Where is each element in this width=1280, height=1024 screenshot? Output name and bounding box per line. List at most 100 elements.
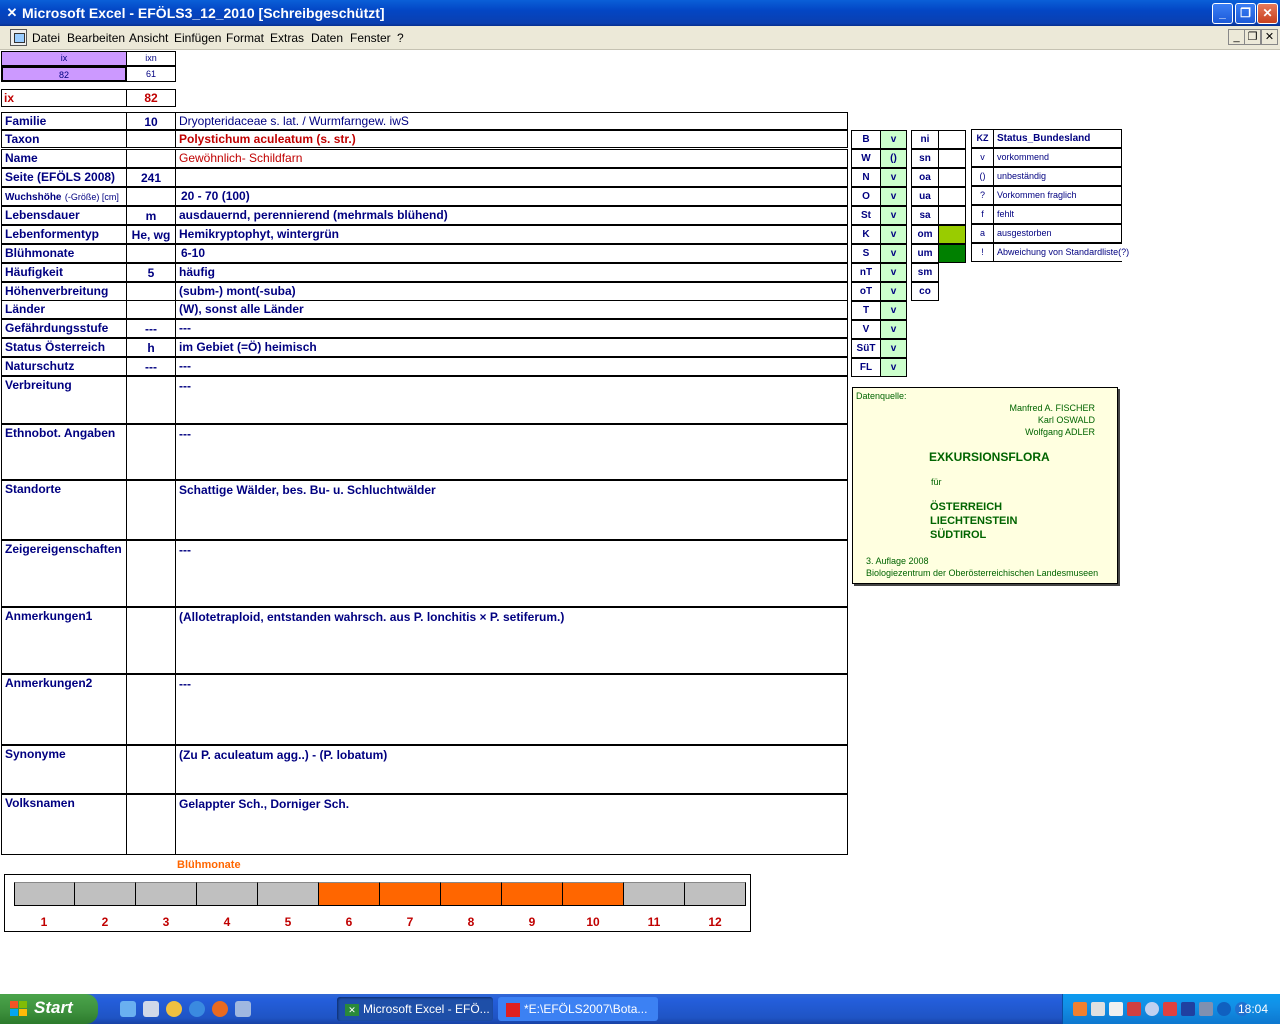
row-label-länder[interactable]: Länder	[1, 300, 127, 319]
state-key[interactable]: W	[851, 149, 881, 168]
tray-search-icon[interactable]	[1145, 1002, 1159, 1016]
row-code-naturschutz[interactable]: ---	[126, 357, 176, 376]
legend-description[interactable]: Vorkommen fraglich	[993, 186, 1122, 205]
state-value[interactable]: v	[880, 187, 907, 206]
tray-network-icon[interactable]	[1091, 1002, 1105, 1016]
minimize-button[interactable]: _	[1212, 3, 1233, 24]
ixn-header[interactable]: ixn	[126, 51, 176, 66]
tray-security-icon[interactable]	[1127, 1002, 1141, 1016]
row-value-synonyme[interactable]: (Zu P. aculeatum agg..) - (P. lobatum)	[175, 745, 848, 794]
row-code-standorte[interactable]	[126, 480, 176, 540]
state-key[interactable]: V	[851, 320, 881, 339]
row-value-name[interactable]: Gewöhnlich- Schildfarn	[175, 149, 848, 168]
row-value-volksnamen[interactable]: Gelappter Sch., Dorniger Sch.	[175, 794, 848, 855]
row-label-blühmonate[interactable]: Blühmonate	[1, 244, 127, 263]
altitude-value-sn[interactable]	[938, 149, 966, 168]
state-value[interactable]: v	[880, 244, 907, 263]
altitude-key-sm[interactable]: sm	[911, 263, 939, 282]
state-key[interactable]: B	[851, 130, 881, 149]
ix-header[interactable]: ix	[1, 51, 127, 66]
state-value[interactable]: v	[880, 301, 907, 320]
altitude-key-um[interactable]: um	[911, 244, 939, 263]
quicklaunch-firefox-icon[interactable]	[212, 1001, 228, 1017]
ix-value-cell[interactable]: 82	[1, 66, 127, 82]
altitude-key-om[interactable]: om	[911, 225, 939, 244]
legend-description[interactable]: Abweichung von Standardliste(?)	[993, 243, 1129, 262]
row-code-länder[interactable]	[126, 300, 176, 319]
row-code-volksnamen[interactable]	[126, 794, 176, 855]
row-code-synonyme[interactable]	[126, 745, 176, 794]
altitude-value-ua[interactable]	[938, 187, 966, 206]
ixn-value-cell[interactable]: 61	[126, 66, 176, 82]
altitude-key-co[interactable]: co	[911, 282, 939, 301]
row-label-standorte[interactable]: Standorte	[1, 480, 127, 540]
row-value-wuchshöhe[interactable]: 20 - 70 (100)	[175, 187, 848, 206]
altitude-value-ni[interactable]	[938, 130, 966, 149]
row-code-status-österreich[interactable]: h	[126, 338, 176, 357]
tray-volume-icon[interactable]	[1109, 1002, 1123, 1016]
row-label-anmerkungen2[interactable]: Anmerkungen2	[1, 674, 127, 745]
state-value[interactable]: v	[880, 339, 907, 358]
row-value-länder[interactable]: (W), sonst alle Länder	[175, 300, 848, 319]
row-label-verbreitung[interactable]: Verbreitung	[1, 376, 127, 424]
row-code-höhenverbreitung[interactable]	[126, 282, 176, 301]
row-label-ethnobot-angaben[interactable]: Ethnobot. Angaben	[1, 424, 127, 480]
row-value-naturschutz[interactable]: ---	[175, 357, 848, 376]
row-code-familie[interactable]: 10	[126, 112, 176, 130]
row-code-blühmonate[interactable]	[126, 244, 176, 263]
state-value[interactable]: v	[880, 130, 907, 149]
row-code-verbreitung[interactable]	[126, 376, 176, 424]
legend-description[interactable]: fehlt	[993, 205, 1122, 224]
tray-shield-icon[interactable]	[1181, 1002, 1195, 1016]
row-label-anmerkungen1[interactable]: Anmerkungen1	[1, 607, 127, 674]
document-icon[interactable]	[10, 29, 27, 46]
row-code-anmerkungen2[interactable]	[126, 674, 176, 745]
legend-description[interactable]: unbeständig	[993, 167, 1122, 186]
row-value-familie[interactable]: Dryopteridaceae s. lat. / Wurmfarngew. i…	[175, 112, 848, 130]
state-key[interactable]: SüT	[851, 339, 881, 358]
ix-label[interactable]: ix	[1, 89, 127, 107]
tray-info-icon[interactable]	[1217, 1002, 1231, 1016]
row-label-gefährdungsstufe[interactable]: Gefährdungsstufe	[1, 319, 127, 338]
row-value-seite-eföls-2008[interactable]	[175, 168, 848, 187]
row-label-wuchshöhe[interactable]: Wuchshöhe (-Größe) [cm]	[1, 187, 127, 206]
legend-description[interactable]: ausgestorben	[993, 224, 1122, 243]
quicklaunch-media-icon[interactable]	[166, 1001, 182, 1017]
menu-help[interactable]: ?	[397, 31, 404, 45]
row-value-zeigereigenschaften[interactable]: ---	[175, 540, 848, 607]
state-key[interactable]: nT	[851, 263, 881, 282]
row-value-lebensdauer[interactable]: ausdauernd, perennierend (mehrmals blühe…	[175, 206, 848, 225]
state-value[interactable]: v	[880, 168, 907, 187]
menu-ansicht[interactable]: Ansicht	[129, 31, 168, 45]
menu-einfuegen[interactable]: Einfügen	[174, 31, 221, 45]
row-code-lebensdauer[interactable]: m	[126, 206, 176, 225]
row-label-taxon[interactable]: Taxon	[1, 130, 127, 148]
state-key[interactable]: FL	[851, 358, 881, 377]
row-value-gefährdungsstufe[interactable]: ---	[175, 319, 848, 338]
row-value-anmerkungen1[interactable]: (Allotetraploid, entstanden wahrsch. aus…	[175, 607, 848, 674]
state-value[interactable]: v	[880, 263, 907, 282]
tray-app-icon[interactable]	[1073, 1002, 1087, 1016]
row-code-gefährdungsstufe[interactable]: ---	[126, 319, 176, 338]
row-label-volksnamen[interactable]: Volksnamen	[1, 794, 127, 855]
row-code-ethnobot-angaben[interactable]	[126, 424, 176, 480]
row-label-zeigereigenschaften[interactable]: Zeigereigenschaften	[1, 540, 127, 607]
quicklaunch-desktop-icon[interactable]	[120, 1001, 136, 1017]
state-value[interactable]: v	[880, 225, 907, 244]
altitude-key-oa[interactable]: oa	[911, 168, 939, 187]
task-excel[interactable]: Microsoft Excel - EFÖ...	[337, 997, 493, 1021]
state-value[interactable]: ()	[880, 149, 907, 168]
tray-hardware-icon[interactable]	[1199, 1002, 1213, 1016]
menu-extras[interactable]: Extras	[270, 31, 304, 45]
row-code-name[interactable]	[126, 149, 176, 168]
state-value[interactable]: v	[880, 358, 907, 377]
quicklaunch-ie-icon[interactable]	[189, 1001, 205, 1017]
state-key[interactable]: K	[851, 225, 881, 244]
row-label-häufigkeit[interactable]: Häufigkeit	[1, 263, 127, 282]
row-label-seite-eföls-2008[interactable]: Seite (EFÖLS 2008)	[1, 168, 127, 187]
doc-minimize-button[interactable]: _	[1228, 29, 1245, 45]
state-key[interactable]: St	[851, 206, 881, 225]
row-value-höhenverbreitung[interactable]: (subm-) mont(-suba)	[175, 282, 848, 301]
doc-restore-button[interactable]: ❐	[1244, 29, 1261, 45]
row-label-naturschutz[interactable]: Naturschutz	[1, 357, 127, 376]
